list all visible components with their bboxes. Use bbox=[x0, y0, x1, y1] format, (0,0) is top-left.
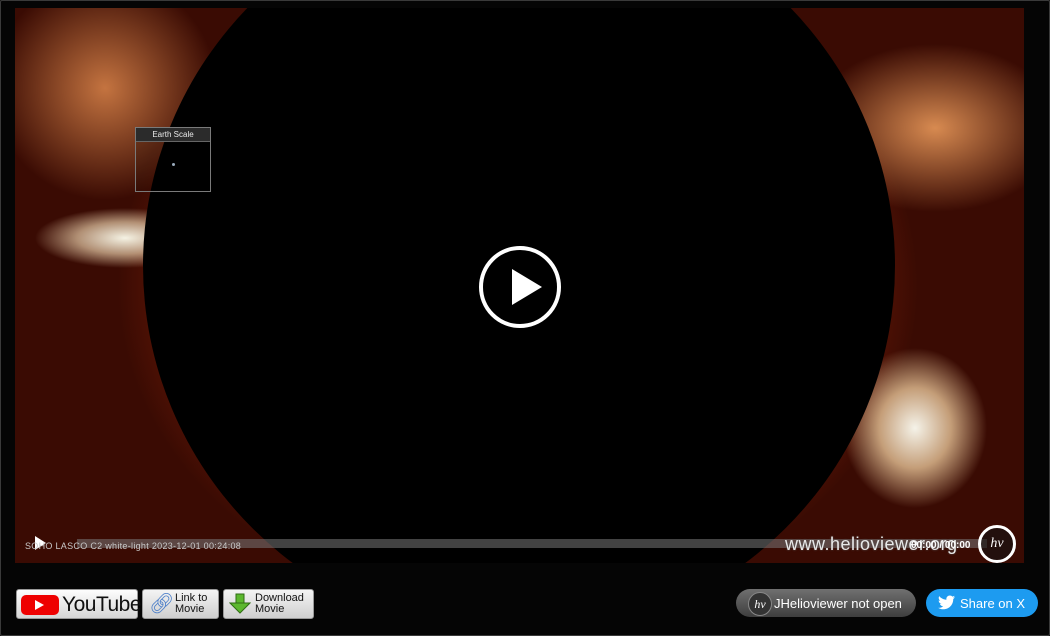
download-movie-button[interactable]: Download Movie bbox=[223, 589, 314, 619]
time-display: 00:00 / 00:00 bbox=[911, 540, 971, 551]
big-play-button[interactable] bbox=[479, 246, 561, 328]
movie-player-frame: Earth Scale SOHO LASCO C2 white-light 20… bbox=[0, 0, 1050, 636]
youtube-upload-button[interactable]: YouTube bbox=[16, 589, 142, 619]
link-label-line2: Movie bbox=[175, 603, 205, 615]
jhelioviewer-logo-icon: hv bbox=[748, 592, 772, 616]
jhelioviewer-status: JHelioviewer not open bbox=[774, 596, 902, 611]
earth-scale-box: Earth Scale bbox=[135, 127, 211, 192]
link-icon: 🔗︎ bbox=[149, 593, 175, 615]
earth-dot-icon bbox=[172, 163, 175, 166]
youtube-label: YouTube bbox=[62, 593, 142, 616]
twitter-bird-icon bbox=[938, 595, 955, 610]
image-caption: SOHO LASCO C2 white-light 2023-12-01 00:… bbox=[25, 541, 242, 551]
helioviewer-logo-icon[interactable]: hv bbox=[978, 525, 1016, 563]
video-viewport[interactable]: Earth Scale SOHO LASCO C2 white-light 20… bbox=[15, 8, 1024, 563]
earth-scale-label: Earth Scale bbox=[136, 128, 210, 142]
download-icon bbox=[228, 593, 252, 615]
youtube-icon bbox=[21, 595, 59, 615]
jhelioviewer-button[interactable]: hv JHelioviewer not open bbox=[736, 589, 916, 617]
play-icon bbox=[512, 269, 542, 305]
share-on-x-button[interactable]: Share on X bbox=[926, 589, 1038, 617]
link-to-movie-button[interactable]: 🔗︎ Link to Movie bbox=[142, 589, 219, 619]
download-label-line2: Movie bbox=[255, 603, 285, 615]
share-on-x-label: Share on X bbox=[960, 596, 1026, 611]
